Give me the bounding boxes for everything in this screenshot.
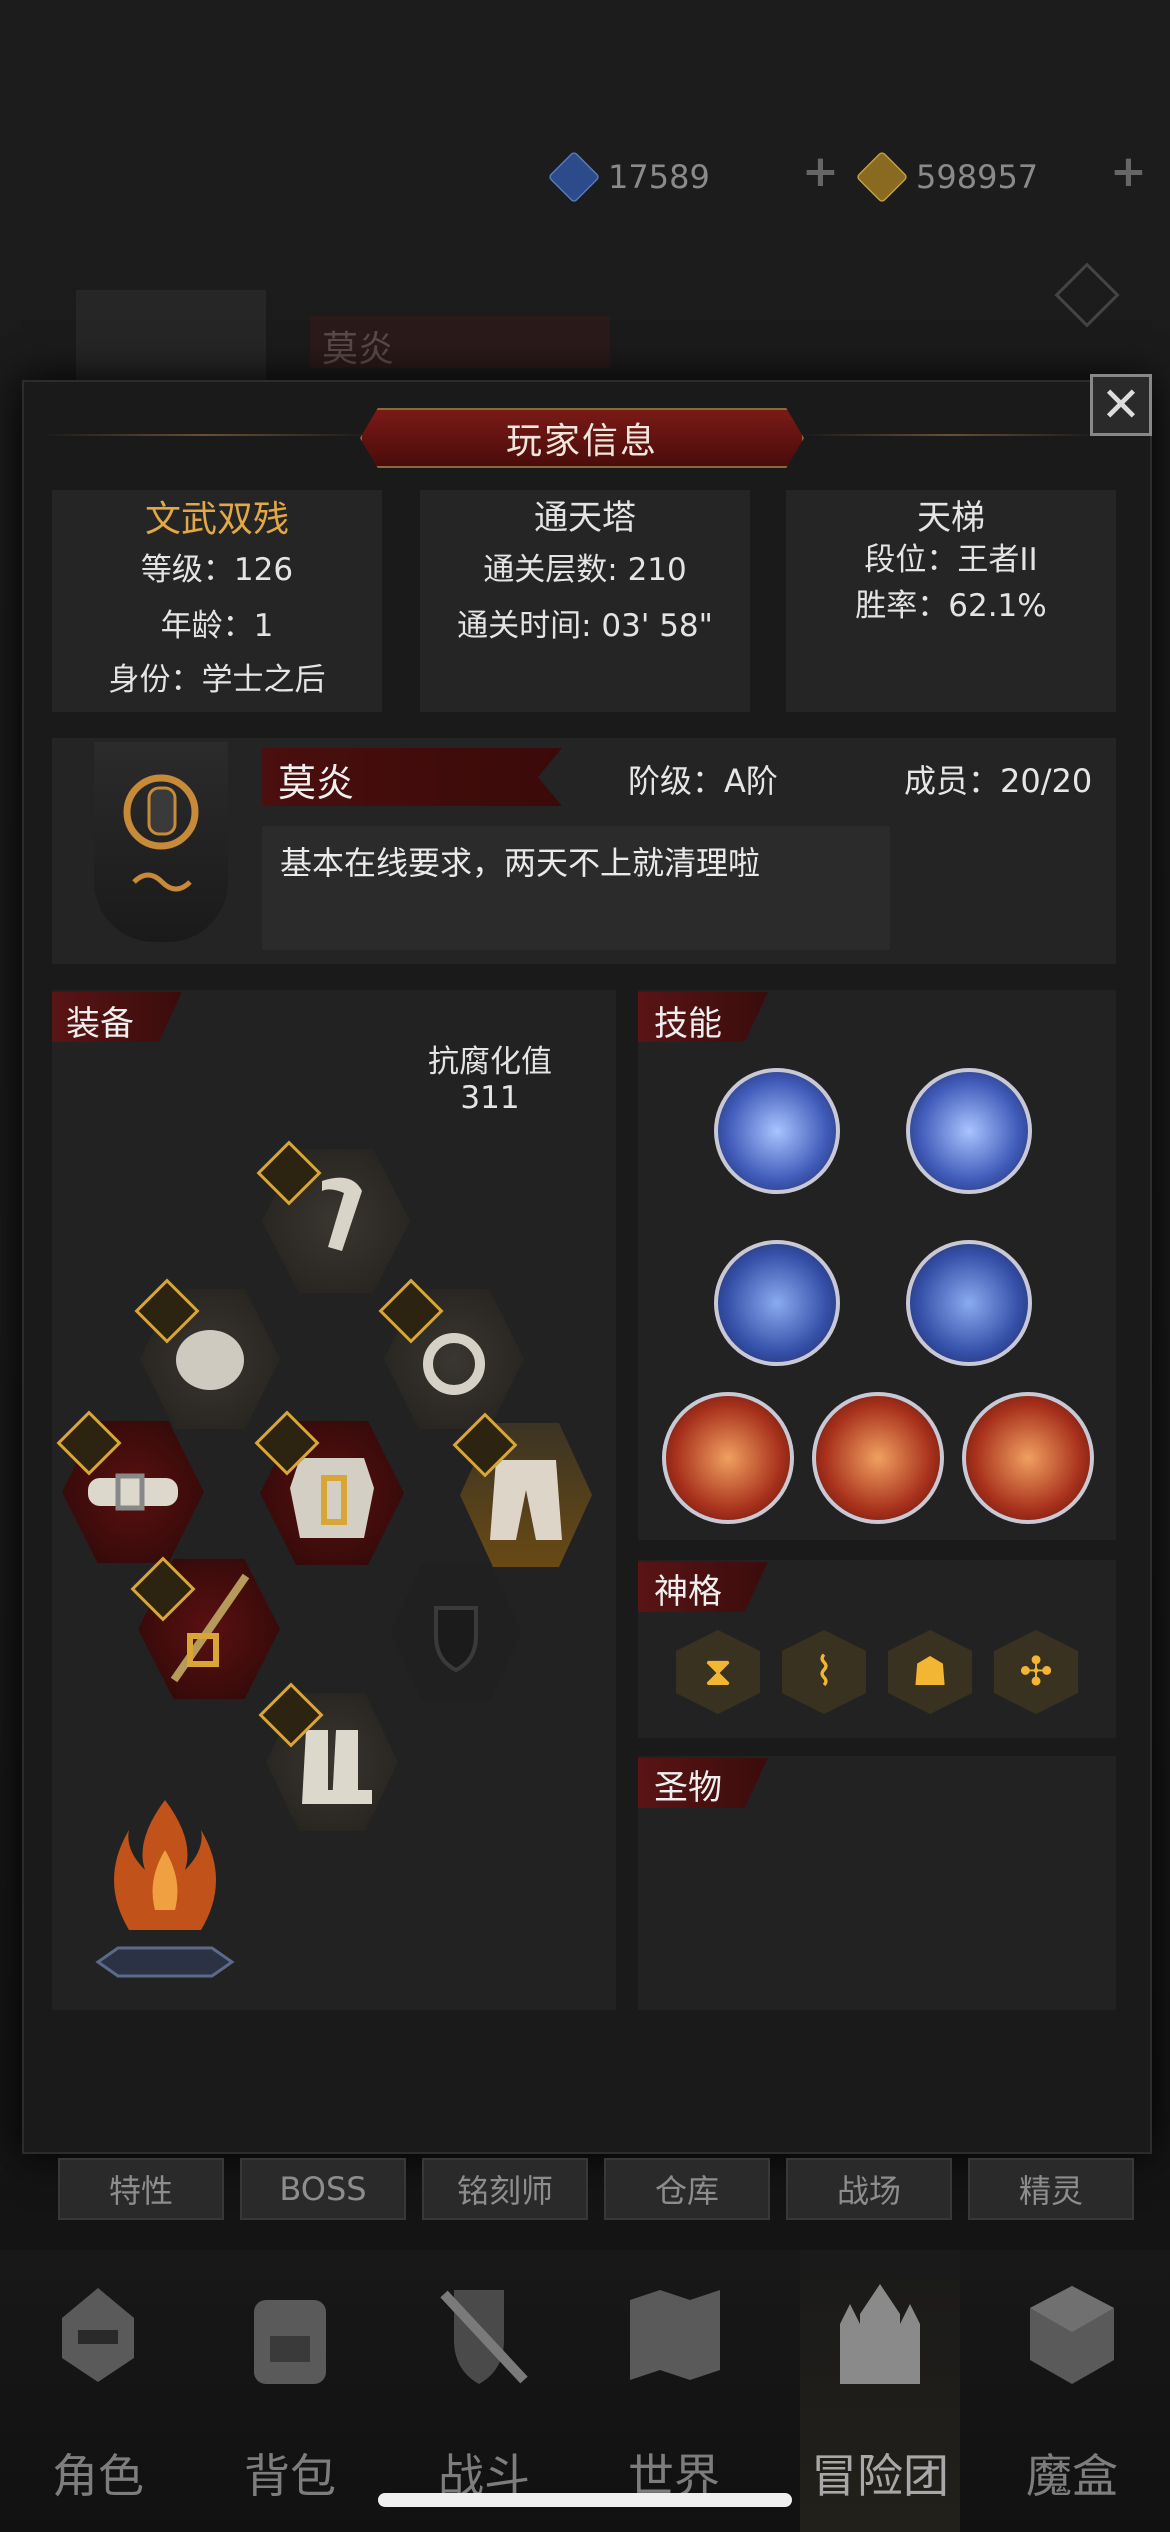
title-divider-right (800, 434, 1100, 436)
gem-currency: 17589 (547, 150, 710, 204)
corrosion-value: 311 (460, 1080, 520, 1116)
guild-emblem[interactable] (94, 742, 228, 942)
guild-tier: 阶级：A阶 (628, 762, 778, 800)
fire-brazier[interactable] (90, 1790, 240, 1990)
nav-magic-box[interactable] (1022, 2280, 1122, 2390)
skill-fire-shield[interactable] (662, 1392, 794, 1524)
tower-title: 通天塔 (534, 498, 636, 538)
nav-role[interactable] (48, 2280, 148, 2390)
skill-wave[interactable] (714, 1068, 840, 1194)
ladder-card: 天梯 段位：王者II 胜率：62.1% (786, 490, 1116, 712)
equipment-title: 装备 (66, 1004, 134, 1044)
gold-coin-icon (855, 150, 909, 204)
corrosion-label: 抗腐化值 (428, 1044, 552, 1080)
ladder-winrate: 胜率：62.1% (855, 588, 1047, 624)
nav-backpack[interactable] (240, 2280, 340, 2390)
gold-currency: 598957 (855, 150, 1038, 204)
skill-burst[interactable] (714, 1240, 840, 1366)
target-icon: ✣ (1019, 1649, 1053, 1695)
cube-icon (1030, 2286, 1114, 2384)
skill-fire-skull[interactable] (812, 1392, 944, 1524)
relic-title: 圣物 (654, 1768, 722, 1808)
nav-magic-box-label[interactable]: 魔盒 (992, 2440, 1152, 2506)
tab-spirit[interactable]: 精灵 (968, 2158, 1134, 2220)
guild-motto-box: 基本在线要求，两天不上就清理啦 (262, 826, 890, 950)
fire-brazier-icon (95, 1800, 235, 1978)
panel-title: 玩家信息 (360, 408, 804, 468)
skill-claw[interactable] (906, 1240, 1032, 1366)
wing-icon: ⌇ (814, 1649, 834, 1695)
player-stats-card: 文武双残 等级：126 年龄：1 身份：学士之后 (52, 490, 382, 712)
tower-time: 通关时间: 03' 58" (457, 608, 713, 644)
add-gems-button[interactable]: + (802, 146, 839, 197)
ladder-rank: 段位：王者II (864, 542, 1038, 578)
guild-motto: 基本在线要求，两天不上就清理啦 (280, 844, 761, 882)
skill-fire-giant[interactable] (962, 1392, 1094, 1524)
blue-gem-icon (547, 150, 601, 204)
skill-comet[interactable] (906, 1068, 1032, 1194)
hourglass-icon: ⧗ (703, 1649, 733, 1695)
title-divider-left (40, 434, 370, 436)
guild-members: 成员：20/20 (904, 762, 1093, 800)
player-title: 文武双残 (144, 499, 289, 540)
tab-battlefield[interactable]: 战场 (786, 2158, 952, 2220)
nav-adventure-group-label[interactable]: 冒险团 (800, 2440, 960, 2506)
guild-emblem-icon (123, 774, 199, 892)
tower-card: 通天塔 通关层数: 210 通关时间: 03' 58" (420, 490, 750, 712)
tab-traits[interactable]: 特性 (58, 2158, 224, 2220)
player-identity: 身份：学士之后 (108, 662, 326, 698)
skills-title: 技能 (654, 1004, 722, 1044)
tab-engraver[interactable]: 铭刻师 (422, 2158, 588, 2220)
player-age: 年龄：1 (160, 608, 274, 644)
backpack-icon (254, 2300, 326, 2384)
sword-shield-icon (440, 2290, 528, 2384)
nav-battle[interactable] (434, 2280, 534, 2390)
map-icon (630, 2290, 720, 2380)
nav-backpack-label[interactable]: 背包 (210, 2440, 370, 2506)
castle-icon (840, 2284, 920, 2384)
guild-name: 莫炎 (278, 761, 355, 805)
corrosion-stat: 抗腐化值 311 (408, 1044, 572, 1116)
tab-boss[interactable]: BOSS (240, 2158, 406, 2220)
ladder-title: 天梯 (917, 498, 985, 538)
deity-title: 神格 (654, 1572, 722, 1612)
close-icon: ✕ (1100, 377, 1142, 433)
home-indicator[interactable] (378, 2493, 792, 2507)
tab-warehouse[interactable]: 仓库 (604, 2158, 770, 2220)
helmet-icon (62, 2288, 134, 2382)
nav-adventure-group[interactable] (830, 2280, 930, 2390)
ghost-icon: ☗ (912, 1649, 948, 1695)
background-name: 莫炎 (322, 329, 395, 370)
player-level: 等级：126 (140, 552, 294, 588)
add-gold-button[interactable]: + (1110, 146, 1147, 197)
nav-world[interactable] (624, 2280, 724, 2390)
tower-floors: 通关层数: 210 (483, 552, 687, 588)
nav-role-label[interactable]: 角色 (18, 2440, 178, 2506)
close-button[interactable]: ✕ (1090, 374, 1152, 436)
